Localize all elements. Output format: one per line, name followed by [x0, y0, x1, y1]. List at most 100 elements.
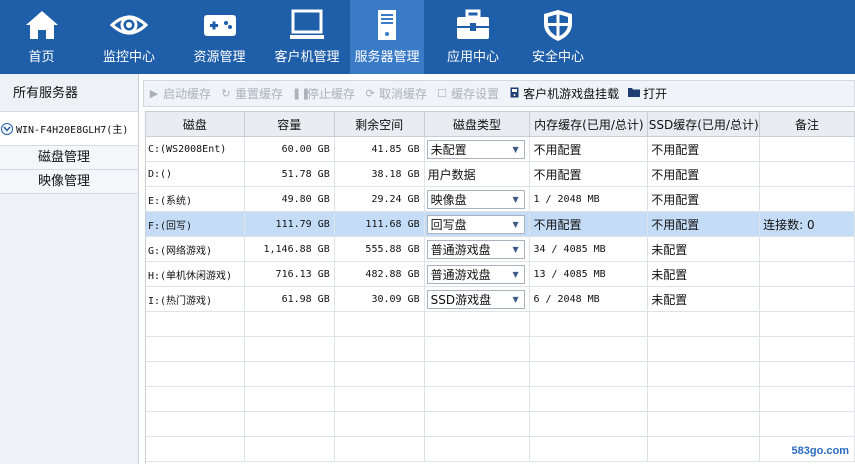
empty-cell	[760, 362, 855, 386]
nav-item-client-management[interactable]: 客户机管理	[264, 0, 350, 74]
memory-cache-cell: 不用配置	[530, 212, 649, 236]
chevron-down-icon[interactable]	[1, 122, 13, 135]
column-header-note[interactable]: 备注	[760, 112, 855, 136]
empty-cell	[648, 312, 761, 336]
reset-arrow-icon: ↻	[221, 87, 231, 100]
column-header-disk[interactable]: 磁盘	[146, 112, 245, 136]
disk-type-cell: 回写盘 ▼	[425, 212, 531, 236]
empty-cell	[335, 337, 425, 361]
empty-cell	[648, 337, 761, 361]
cancel-cache-button[interactable]: ⟳ 取消缓存	[364, 85, 427, 102]
nav-item-monitor-center[interactable]: 监控中心	[83, 0, 175, 74]
disk-name-cell: E:(系统)	[146, 187, 245, 211]
empty-cell	[425, 387, 531, 411]
empty-cell	[245, 437, 335, 461]
table-row[interactable]: I:(热门游戏) 61.98 GB 30.09 GB SSD游戏盘 ▼ 6 / 2048 …	[146, 287, 855, 312]
empty-cell	[146, 387, 245, 411]
ssd-cache-cell: 未配置	[648, 237, 761, 261]
empty-cell	[760, 312, 855, 336]
free-space-cell: 482.88 GB	[335, 262, 425, 286]
disk-type-select[interactable]: 未配置 ▼	[426, 139, 525, 159]
server-icon	[378, 10, 396, 40]
capacity-cell: 49.80 GB	[245, 187, 335, 211]
empty-cell	[425, 312, 531, 336]
reset-cache-button[interactable]: ↻ 重置缓存	[220, 85, 283, 102]
folder-icon	[628, 87, 641, 100]
disk-type-cell: SSD游戏盘 ▼	[425, 287, 531, 311]
table-row[interactable]: H:(单机休闲游戏) 716.13 GB 482.88 GB 普通游戏盘 ▼ 13 / 4…	[146, 262, 855, 287]
empty-cell	[146, 362, 245, 386]
capacity-cell: 60.00 GB	[245, 137, 335, 161]
free-space-cell: 111.68 GB	[335, 212, 425, 236]
column-header-free-space[interactable]: 剩余空间	[335, 112, 425, 136]
empty-cell	[425, 412, 531, 436]
nav-label: 安全中心	[531, 50, 584, 65]
sidebar: 所有服务器 WIN-F4H20E8GLH7(主) 磁盘管理 映像管理	[0, 74, 139, 464]
ssd-cache-cell: 不用配置	[648, 212, 761, 236]
empty-table-row	[146, 337, 855, 362]
disk-type-select[interactable]: 映像盘 ▼	[426, 189, 525, 209]
empty-cell	[648, 362, 761, 386]
cache-settings-button[interactable]: ☐ 缓存设置	[436, 85, 499, 102]
stop-cache-button[interactable]: ❚❚ 停止缓存	[292, 85, 355, 102]
toolbar: ▶ 启动缓存 ↻ 重置缓存 ❚❚ 停止缓存 ⟳ 取消缓存 ☐ 缓存设置 客户机游…	[143, 80, 855, 107]
nav-item-security-center[interactable]: 安全中心	[522, 0, 594, 74]
disk-name-cell: F:(回写)	[146, 212, 245, 236]
sidebar-item-image-management[interactable]: 映像管理	[0, 170, 138, 194]
open-button[interactable]: 打开	[628, 85, 667, 102]
nav-item-server-management[interactable]: 服务器管理	[350, 0, 424, 74]
client-game-disk-mount-button[interactable]: 客户机游戏盘挂载	[508, 85, 619, 102]
column-header-capacity[interactable]: 容量	[245, 112, 335, 136]
pause-icon: ❚❚	[292, 87, 311, 100]
nav-label: 监控中心	[102, 50, 155, 65]
server-node[interactable]: WIN-F4H20E8GLH7(主)	[0, 112, 138, 146]
dropdown-arrow-icon: ▼	[512, 294, 519, 304]
empty-cell	[425, 337, 531, 361]
disk-type-select[interactable]: 普通游戏盘 ▼	[426, 239, 525, 259]
empty-cell	[530, 362, 649, 386]
empty-cell	[648, 437, 761, 461]
server-name: WIN-F4H20E8GLH7(主)	[16, 125, 129, 136]
memory-cache-cell: 34 / 4085 MB	[530, 237, 649, 261]
nav-label: 服务器管理	[354, 50, 420, 65]
nav-item-resource-management[interactable]: 资源管理	[175, 0, 264, 74]
column-header-ssd-cache[interactable]: SSD缓存(已用/总计)	[648, 112, 761, 136]
table-row[interactable]: D:() 51.78 GB 38.18 GB 用户数据 不用配置 不用配置	[146, 162, 855, 187]
dropdown-arrow-icon: ▼	[512, 144, 519, 154]
dropdown-arrow-icon: ▼	[512, 269, 519, 279]
disk-type-select[interactable]: SSD游戏盘 ▼	[426, 289, 525, 309]
empty-cell	[146, 337, 245, 361]
disk-type-cell: 普通游戏盘 ▼	[425, 237, 531, 261]
empty-table-row	[146, 312, 855, 337]
disk-type-select[interactable]: 回写盘 ▼	[426, 214, 525, 234]
gamepad-icon	[203, 15, 236, 36]
eye-icon	[110, 15, 148, 35]
disk-type-value: 回写盘	[430, 217, 467, 232]
disk-name-cell: D:()	[146, 162, 245, 186]
nav-item-app-center[interactable]: 应用中心	[424, 0, 522, 74]
empty-table-row	[146, 412, 855, 437]
capacity-cell: 111.79 GB	[245, 212, 335, 236]
nav-label: 资源管理	[193, 50, 246, 65]
note-cell	[760, 162, 855, 186]
capacity-cell: 51.78 GB	[245, 162, 335, 186]
nav-item-home[interactable]: 首页	[0, 0, 83, 74]
note-cell	[760, 237, 855, 261]
column-header-disk-type[interactable]: 磁盘类型	[425, 112, 531, 136]
table-row[interactable]: F:(回写) 111.79 GB 111.68 GB 回写盘 ▼ 不用配置 不用配置 连接数:…	[146, 212, 855, 237]
disk-name: D:()	[148, 168, 173, 180]
table-row[interactable]: C:(WS2008Ent) 60.00 GB 41.85 GB 未配置 ▼ 不用配置 不用配…	[146, 137, 855, 162]
disk-type-value: 映像盘	[430, 192, 467, 207]
start-cache-button[interactable]: ▶ 启动缓存	[148, 85, 211, 102]
column-header-memory-cache[interactable]: 内存缓存(已用/总计)	[530, 112, 649, 136]
table-row[interactable]: G:(网络游戏) 1,146.88 GB 555.88 GB 普通游戏盘 ▼ 34 / 4…	[146, 237, 855, 262]
empty-cell	[245, 387, 335, 411]
table-row[interactable]: E:(系统) 49.80 GB 29.24 GB 映像盘 ▼ 1 / 2048 MB 不用配…	[146, 187, 855, 212]
empty-cell	[146, 437, 245, 461]
sidebar-item-disk-management[interactable]: 磁盘管理	[0, 146, 138, 170]
start-cache-label: 启动缓存	[163, 87, 212, 101]
disk-type-select[interactable]: 普通游戏盘 ▼	[426, 264, 525, 284]
note-cell: 连接数: 0	[760, 212, 855, 236]
empty-cell	[245, 312, 335, 336]
nav-label: 应用中心	[446, 50, 499, 65]
